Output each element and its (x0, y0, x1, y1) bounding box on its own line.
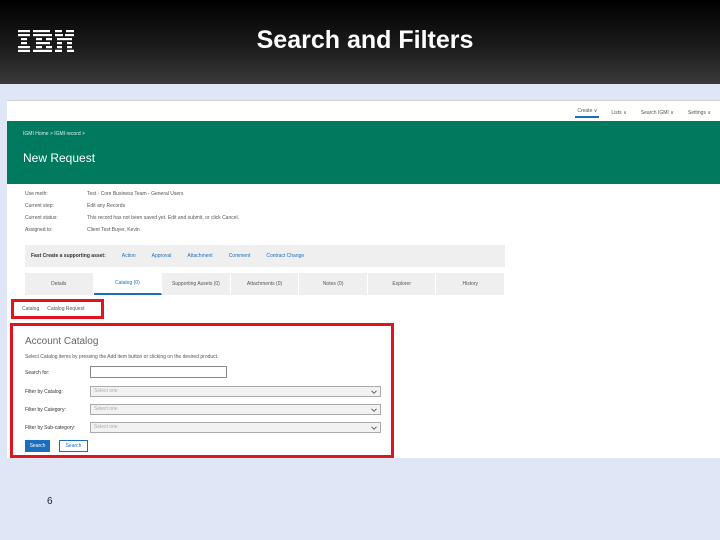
fast-create-attachment[interactable]: Attachment (187, 253, 212, 259)
tab-attachments[interactable]: Attachments (0) (231, 273, 300, 295)
tab-explorer[interactable]: Explorer (368, 273, 437, 295)
page-number: 6 (47, 496, 53, 507)
nav-lists[interactable]: Lists ∨ (609, 110, 628, 116)
info-row: Use meth: Test - Core Business Team - Gen… (25, 191, 184, 197)
chevron-down-icon (371, 390, 377, 394)
filter-subcategory-value: Select one (94, 424, 118, 430)
slide-title: Search and Filters (256, 26, 474, 54)
filter-catalog-label: Filter by Catalog: (25, 389, 63, 395)
filter-catalog-value: Select one (94, 388, 118, 394)
search-label: Search for: (25, 370, 50, 376)
info-row: Current status: This record has not been … (25, 215, 240, 221)
account-catalog-panel: Account Catalog Select Catalog items by … (10, 323, 394, 458)
catalog-subtabs: Catalog Catalog Request (11, 299, 104, 319)
filter-subcategory-select[interactable]: Select one (90, 422, 381, 433)
page-header-bar (7, 121, 720, 184)
page-title: New Request (23, 151, 96, 165)
catalog-title: Account Catalog (25, 336, 99, 347)
info-row: Assigned to: Client Test Buyer, Kevin (25, 227, 140, 233)
catalog-instructions: Select Catalog items by pressing the Add… (25, 354, 219, 360)
tab-details[interactable]: Details (25, 273, 94, 295)
breadcrumb[interactable]: IGMI Home > IGMI record > (23, 131, 85, 137)
tab-supporting-assets[interactable]: Supporting Assets (0) (162, 273, 231, 295)
nav-search[interactable]: Search IGMI ∨ (639, 110, 676, 116)
filter-category-select[interactable]: Select one (90, 404, 381, 415)
app-screenshot: Create ∨ Lists ∨ Search IGMI ∨ Settings … (7, 100, 720, 458)
subtab-catalog-request[interactable]: Catalog Request (47, 306, 84, 312)
fast-create-approval[interactable]: Approval (152, 253, 172, 259)
fast-create-contract-change[interactable]: Contract Change (266, 253, 304, 259)
ibm-logo (18, 30, 74, 52)
clear-button[interactable]: Search (59, 440, 88, 452)
filter-category-value: Select one (94, 406, 118, 412)
search-input[interactable] (90, 366, 227, 378)
request-info: Use meth: Test - Core Business Team - Gen… (25, 191, 239, 239)
filter-category-label: Filter by Category: (25, 407, 66, 413)
filter-subcategory-label: Filter by Sub-category: (25, 425, 76, 431)
record-tabs: Details Catalog (0) Supporting Assets (0… (25, 273, 506, 295)
info-row: Current step: Edit any Records (25, 203, 126, 209)
fast-create-label: Fast Create a supporting asset: (31, 253, 106, 259)
search-button[interactable]: Search (25, 440, 50, 452)
subtab-catalog[interactable]: Catalog (22, 306, 39, 312)
nav-create[interactable]: Create ∨ (575, 108, 600, 118)
top-navigation: Create ∨ Lists ∨ Search IGMI ∨ Settings … (575, 105, 713, 121)
filter-catalog-select[interactable]: Select one (90, 386, 381, 397)
fast-create-comment[interactable]: Comment (229, 253, 251, 259)
tab-catalog[interactable]: Catalog (0) (93, 273, 163, 295)
slide-header: Search and Filters (0, 0, 720, 84)
fast-create-action[interactable]: Action (122, 253, 136, 259)
nav-settings[interactable]: Settings ∨ (686, 110, 713, 116)
chevron-down-icon (371, 426, 377, 430)
fast-create-bar: Fast Create a supporting asset: Action A… (25, 245, 505, 267)
chevron-down-icon (371, 408, 377, 412)
tab-notes[interactable]: Notes (0) (299, 273, 368, 295)
tab-history[interactable]: History (436, 273, 506, 295)
